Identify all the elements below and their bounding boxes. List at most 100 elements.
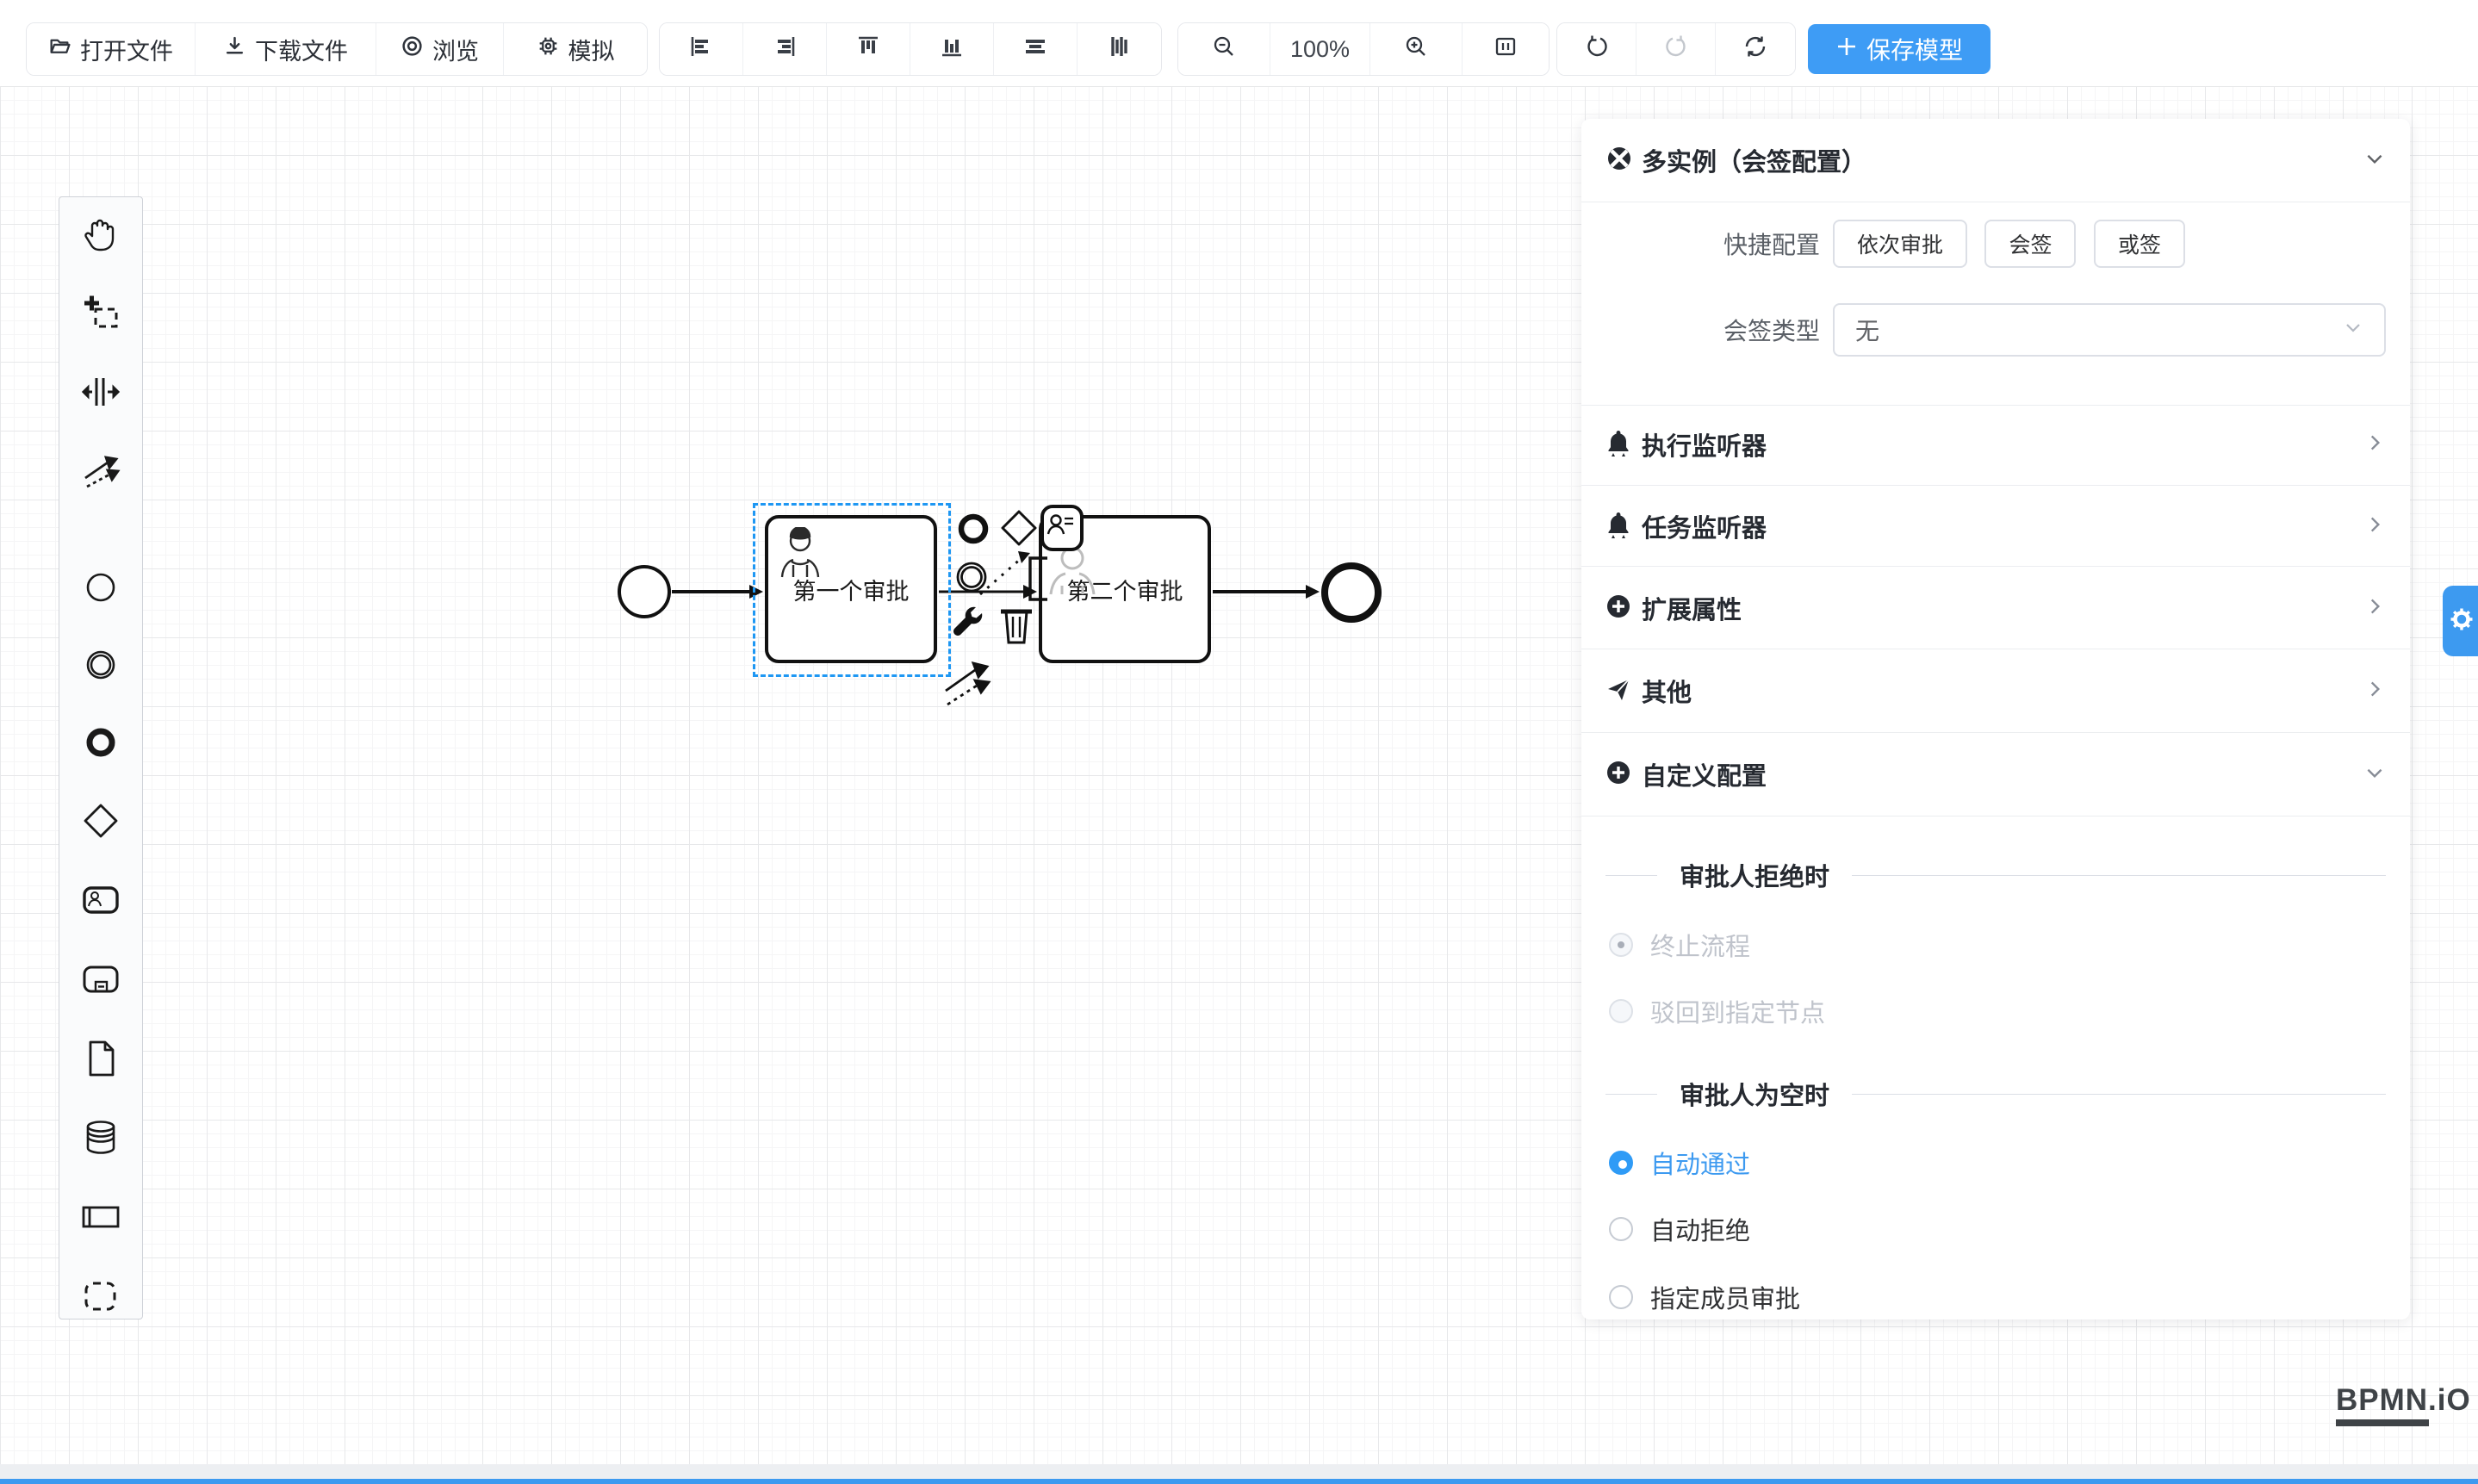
zoom-in-button[interactable] <box>1370 23 1463 75</box>
align-center-vertical-button[interactable] <box>1078 23 1161 75</box>
align-left-button[interactable] <box>660 23 743 75</box>
zoom-in-icon <box>1404 34 1428 65</box>
zoom-level-display[interactable]: 100% <box>1270 23 1370 75</box>
chevron-down-icon <box>2363 147 2386 174</box>
chevron-right-icon <box>2363 595 2386 622</box>
reset-button[interactable] <box>1716 23 1795 75</box>
simulate-button[interactable]: 模拟 <box>504 23 647 75</box>
gear-icon <box>2450 607 2474 636</box>
file-toolbar-group: 打开文件 下载文件 浏览 模拟 <box>26 22 648 76</box>
section-custom-config[interactable]: 自定义配置 <box>1581 734 2410 815</box>
hand-tool-icon[interactable] <box>80 213 121 254</box>
append-preview-dashed-arrow <box>977 544 1039 599</box>
plus-circle-icon <box>1605 760 1631 790</box>
zoom-out-button[interactable] <box>1178 23 1270 75</box>
bell-icon <box>1605 511 1631 543</box>
participant-icon[interactable] <box>80 1196 121 1238</box>
bell-icon <box>1605 429 1631 461</box>
save-model-label: 保存模型 <box>1866 32 1963 66</box>
settings-side-tab[interactable] <box>2443 586 2478 656</box>
global-connect-tool-icon[interactable] <box>80 450 121 492</box>
context-connect-tool[interactable] <box>942 658 996 710</box>
watermark-underline <box>2336 1419 2429 1426</box>
bpmn-io-watermark: BPMN.iO <box>2336 1383 2471 1426</box>
zoom-toolbar-group: 100% <box>1177 22 1550 76</box>
context-change-type-wrench[interactable] <box>949 605 989 644</box>
data-object-icon[interactable] <box>80 1038 121 1079</box>
chevron-right-icon <box>2363 678 2386 705</box>
align-right-button[interactable] <box>743 23 827 75</box>
quick-option-countersign[interactable]: 会签 <box>1984 220 2076 268</box>
redo-button[interactable] <box>1636 23 1716 75</box>
panel-title: 多实例（会签配置） <box>1642 142 1866 178</box>
call-activity-icon[interactable] <box>80 959 121 1000</box>
context-append-gateway[interactable] <box>997 506 1040 550</box>
space-tool-icon[interactable] <box>80 371 121 413</box>
sequence-flow-3[interactable] <box>1213 574 1323 609</box>
empty-group-title: 审批人为空时 <box>1581 1076 2410 1112</box>
preview-button[interactable]: 浏览 <box>376 23 504 75</box>
align-toolbar-group <box>659 22 1162 76</box>
end-event-icon[interactable] <box>80 723 121 762</box>
download-file-button[interactable]: 下载文件 <box>196 23 376 75</box>
align-right-icon <box>773 34 797 65</box>
end-event-shape[interactable] <box>1321 562 1382 623</box>
data-store-icon[interactable] <box>80 1117 121 1158</box>
download-file-label: 下载文件 <box>255 33 348 66</box>
folder-open-icon <box>48 34 71 64</box>
panel-header[interactable]: 多实例（会签配置） <box>1581 119 2410 202</box>
chevron-right-icon <box>2363 513 2386 540</box>
chip-icon <box>537 34 560 64</box>
context-append-user-task[interactable] <box>1039 503 1085 553</box>
quick-option-orsign[interactable]: 或签 <box>2094 220 2185 268</box>
type-select[interactable]: 无 <box>1833 303 2386 357</box>
user-task-icon[interactable] <box>80 879 121 921</box>
properties-panel: 多实例（会签配置） 快捷配置 依次审批 会签 或签 会签类型 无 执行监听器 任… <box>1581 119 2410 1319</box>
type-select-value: 无 <box>1855 313 1879 347</box>
history-toolbar-group <box>1556 22 1796 76</box>
radio-return-to-node[interactable]: 驳回到指定节点 <box>1609 993 1825 1029</box>
section-task-listener[interactable]: 任务监听器 <box>1581 486 2410 567</box>
bottom-accent-bar <box>0 1479 2478 1484</box>
send-icon <box>1605 676 1631 706</box>
section-extended-properties[interactable]: 扩展属性 <box>1581 568 2410 649</box>
gateway-icon[interactable] <box>80 800 121 841</box>
lasso-tool-icon[interactable] <box>80 292 121 333</box>
open-file-label: 打开文件 <box>80 33 173 66</box>
zoom-out-icon <box>1212 34 1236 65</box>
start-event-icon[interactable] <box>80 568 121 607</box>
save-model-button[interactable]: 保存模型 <box>1808 24 1990 74</box>
align-bottom-button[interactable] <box>910 23 994 75</box>
intermediate-event-icon[interactable] <box>80 645 121 685</box>
zoom-level-value: 100% <box>1290 36 1350 63</box>
selection-outline <box>753 503 951 677</box>
divider <box>1581 732 2410 733</box>
eye-icon <box>401 34 424 64</box>
chevron-right-icon <box>2363 432 2386 458</box>
start-event-shape[interactable] <box>618 565 671 618</box>
radio-terminate-process[interactable]: 终止流程 <box>1609 927 1750 963</box>
align-center-horizontal-button[interactable] <box>994 23 1078 75</box>
download-icon <box>223 34 246 64</box>
redo-icon <box>1663 34 1689 65</box>
radio-auto-pass[interactable]: 自动通过 <box>1609 1145 1750 1181</box>
context-append-end-event[interactable] <box>954 510 992 548</box>
group-icon[interactable] <box>80 1276 121 1317</box>
context-delete-trash[interactable] <box>996 601 1037 646</box>
fit-viewport-button[interactable] <box>1463 23 1549 75</box>
divider <box>1581 566 2410 567</box>
radio-icon <box>1609 1285 1633 1309</box>
section-other[interactable]: 其他 <box>1581 650 2410 731</box>
radio-assign-member[interactable]: 指定成员审批 <box>1609 1279 1800 1315</box>
preview-label: 浏览 <box>432 33 479 66</box>
align-left-icon <box>689 34 713 65</box>
undo-button[interactable] <box>1557 23 1636 75</box>
align-center-horizontal-icon <box>1023 34 1047 65</box>
fit-viewport-icon <box>1494 34 1518 65</box>
quick-option-sequential[interactable]: 依次审批 <box>1833 220 1967 268</box>
open-file-button[interactable]: 打开文件 <box>27 23 196 75</box>
align-top-button[interactable] <box>827 23 910 75</box>
radio-icon <box>1609 933 1633 957</box>
radio-auto-reject[interactable]: 自动拒绝 <box>1609 1211 1750 1247</box>
section-execution-listener[interactable]: 执行监听器 <box>1581 404 2410 485</box>
